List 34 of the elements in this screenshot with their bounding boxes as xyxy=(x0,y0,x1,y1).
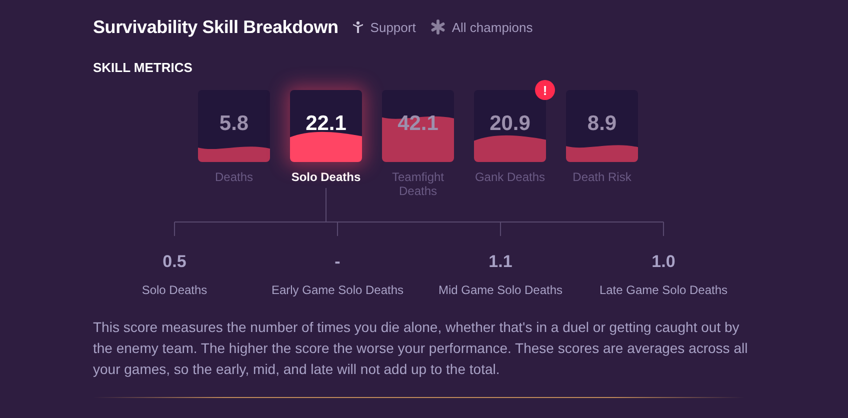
metric-label: Solo Deaths xyxy=(291,170,361,184)
metric-card[interactable]: 5.8 xyxy=(198,90,270,162)
metric-value: 5.8 xyxy=(218,112,250,136)
metric-card[interactable]: 22.1 xyxy=(290,90,362,162)
breakdown-label: Mid Game Solo Deaths xyxy=(438,283,563,297)
metric-label: Teamfight Deaths xyxy=(390,170,446,198)
metric-value: 20.9 xyxy=(488,112,532,136)
metric-fill xyxy=(382,116,454,162)
breakdown-value: 1.0 xyxy=(652,252,676,272)
breakdown-value: 1.1 xyxy=(488,252,512,272)
metric-fill xyxy=(566,145,638,162)
description-text: This score measures the number of times you die alone, whether that's in a duel or getting caught out by the enemy team. The higher the score the worse your performance. These scores are averages across all your games, so the early, mid, and late will not add up to the total. xyxy=(93,318,749,379)
metric-label: Gank Deaths xyxy=(474,170,546,184)
metric-fill xyxy=(474,135,546,162)
breakdown-label: Early Game Solo Deaths xyxy=(271,283,404,297)
breakdown-value: 0.5 xyxy=(162,252,186,272)
filter-label[interactable]: Support xyxy=(370,20,416,34)
breakdown-label: Solo Deaths xyxy=(142,283,208,297)
metric-value: 8.9 xyxy=(586,112,618,136)
metric-value: 22.1 xyxy=(304,112,348,136)
page-title: Survivability Skill Breakdown xyxy=(93,16,338,38)
metric-card[interactable]: 8.9 xyxy=(566,90,638,162)
alert-badge: ! xyxy=(535,80,555,100)
metric-value: 42.1 xyxy=(396,112,440,136)
metric-label: Deaths xyxy=(214,170,254,184)
filter-label[interactable]: All champions xyxy=(452,20,533,34)
metric-fill xyxy=(290,132,362,162)
metric-label: Death Risk xyxy=(572,170,632,184)
breakdown-label: Late Game Solo Deaths xyxy=(599,283,728,297)
breakdown-value: - xyxy=(334,252,340,272)
section-title: SKILL METRICS xyxy=(93,60,194,75)
asterisk-icon xyxy=(430,19,446,35)
metric-fill xyxy=(198,146,270,162)
figure-icon xyxy=(352,20,364,34)
